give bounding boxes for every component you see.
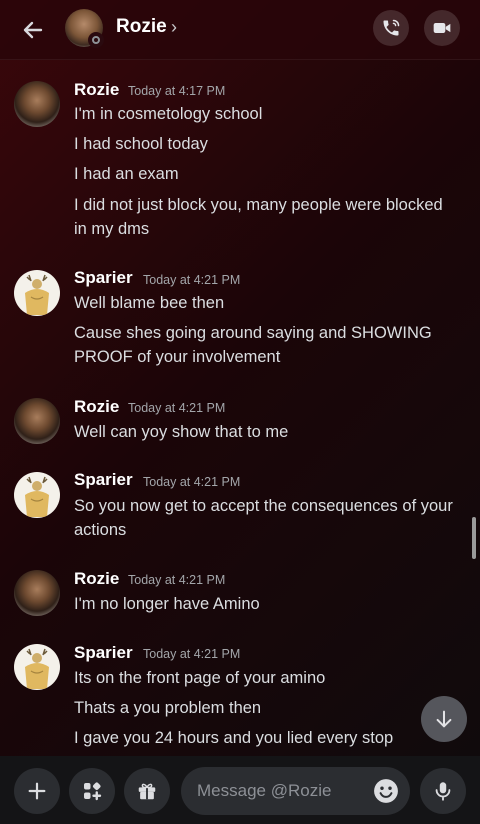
video-camera-icon: [433, 23, 451, 33]
message-text: Cause shes going around saying and SHOWI…: [74, 324, 432, 366]
message-timestamp: Today at 4:21 PM: [128, 401, 226, 415]
message-text: I had an exam: [74, 165, 179, 183]
gift-icon: [138, 783, 156, 800]
arrow-left-icon: [23, 21, 43, 39]
emoji-icon: [374, 779, 398, 803]
gift-button[interactable]: [124, 768, 170, 814]
message-timestamp: Today at 4:21 PM: [143, 647, 241, 661]
contact-name[interactable]: Rozie: [116, 16, 167, 38]
rozie-avatar[interactable]: [14, 81, 60, 127]
sparier-avatar[interactable]: [14, 644, 60, 690]
message-timestamp: Today at 4:21 PM: [128, 573, 226, 587]
message-author[interactable]: Sparier: [74, 470, 133, 490]
phone-icon: [383, 19, 400, 36]
rozie-avatar[interactable]: [14, 570, 60, 616]
deer-figure-icon: [25, 274, 49, 315]
status-indicator: [88, 32, 104, 48]
message-text: Well blame bee then: [74, 294, 225, 312]
message-text: I did not just block you, many people we…: [74, 196, 443, 238]
video-call-button[interactable]: [424, 10, 460, 46]
sparier-avatar[interactable]: [14, 472, 60, 518]
plus-icon: [28, 782, 46, 800]
message-text: I had school today: [74, 135, 208, 153]
emoji-button[interactable]: [373, 778, 399, 804]
message-author[interactable]: Rozie: [74, 569, 119, 589]
message-text: I'm no longer have Amino: [74, 595, 260, 613]
message-text: I'm in cosmetology school: [74, 105, 263, 123]
message-author[interactable]: Sparier: [74, 643, 133, 663]
message-author[interactable]: Rozie: [74, 80, 119, 100]
message-composer: [0, 756, 480, 824]
message-timestamp: Today at 4:21 PM: [143, 273, 241, 287]
message-text: Thats a you problem then: [74, 699, 262, 717]
arrow-down-icon: [436, 710, 452, 728]
back-button[interactable]: [16, 13, 50, 47]
apps-button[interactable]: [69, 768, 115, 814]
voice-call-button[interactable]: [373, 10, 409, 46]
message-author[interactable]: Sparier: [74, 268, 133, 288]
microphone-icon: [435, 782, 451, 801]
message-timestamp: Today at 4:21 PM: [143, 475, 241, 489]
scrollbar-thumb[interactable]: [472, 517, 476, 559]
message-text: I gave you 24 hours and you lied every s…: [74, 729, 394, 747]
attach-button[interactable]: [14, 768, 60, 814]
message-text: So you now get to accept the consequence…: [74, 497, 453, 539]
voice-message-button[interactable]: [420, 768, 466, 814]
apps-icon: [84, 782, 102, 801]
jump-to-present-button[interactable]: [421, 696, 467, 742]
message-author[interactable]: Rozie: [74, 397, 119, 417]
message-text: Well can yoy show that to me: [74, 423, 289, 441]
message-text: Its on the front page of your amino: [74, 669, 326, 687]
message-timestamp: Today at 4:17 PM: [128, 84, 226, 98]
rozie-avatar[interactable]: [14, 398, 60, 444]
chat-header: Rozie ›: [0, 0, 480, 60]
deer-figure-icon: [25, 648, 49, 689]
deer-figure-icon: [25, 476, 49, 517]
sparier-avatar[interactable]: [14, 270, 60, 316]
chevron-right-icon[interactable]: ›: [171, 17, 177, 38]
